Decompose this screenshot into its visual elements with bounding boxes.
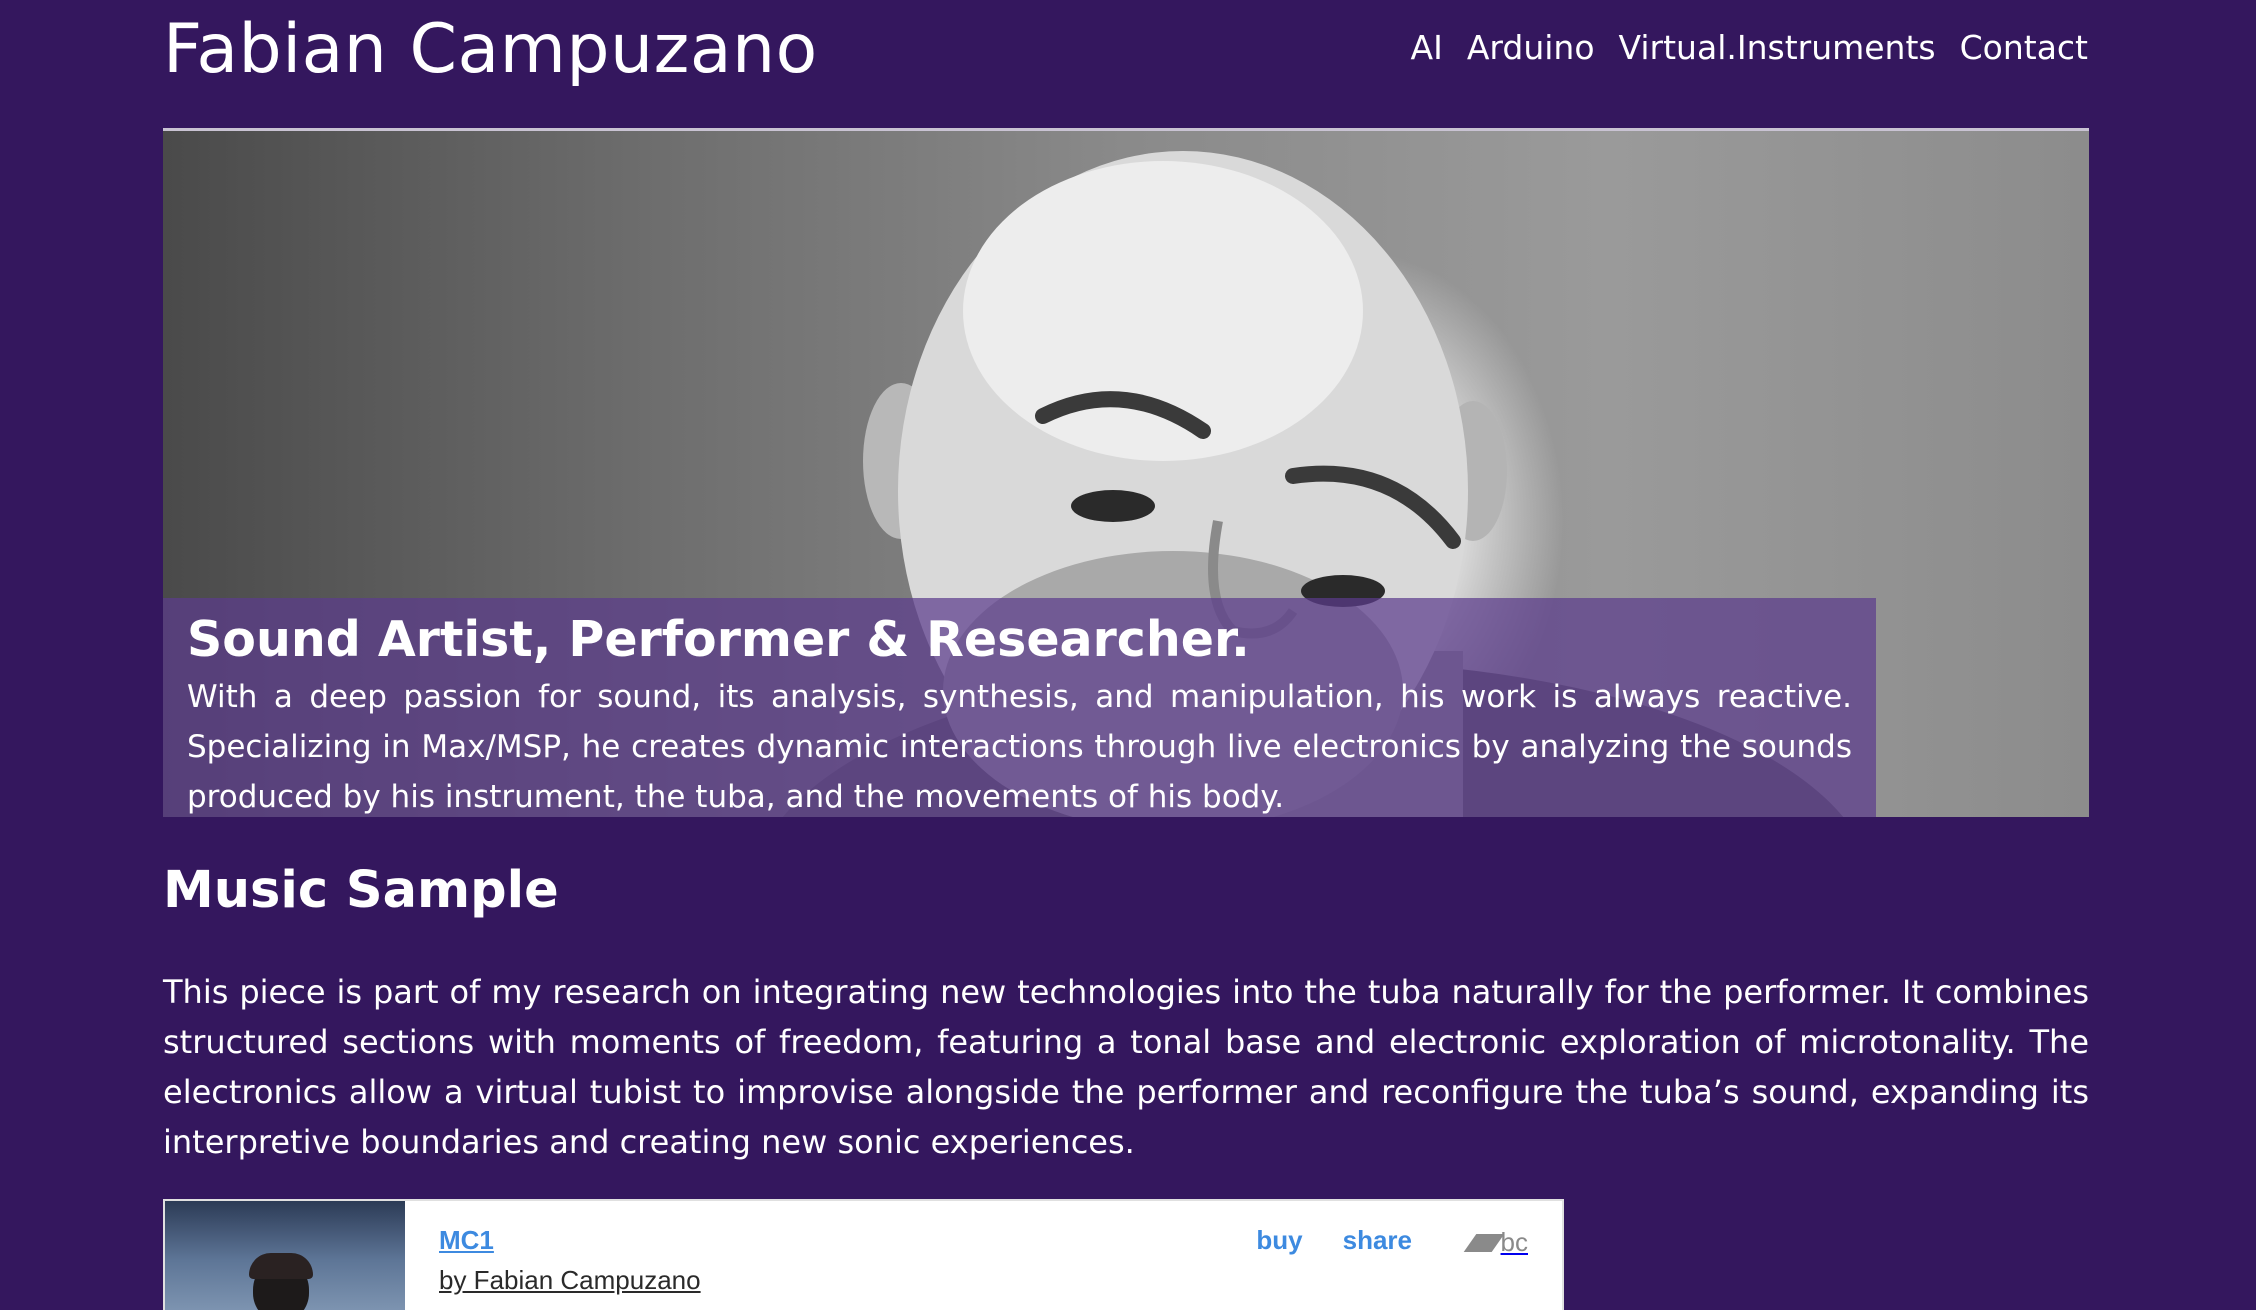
bandcamp-logo-icon[interactable]: bc: [1463, 1227, 1528, 1258]
hero-banner: Sound Artist, Performer & Researcher. Wi…: [163, 131, 2089, 817]
hero-description: With a deep passion for sound, its analy…: [187, 679, 1852, 815]
nav-link-contact[interactable]: Contact: [1960, 24, 2088, 72]
bandcamp-logo-mark: [1463, 1233, 1504, 1252]
site-title[interactable]: Fabian Campuzano: [163, 6, 818, 94]
nav-link-arduino[interactable]: Arduino: [1467, 24, 1595, 72]
nav-link-virtual-instruments[interactable]: Virtual.Instruments: [1619, 24, 1936, 72]
album-art-cap: [249, 1253, 313, 1279]
main-nav: AI Arduino Virtual.Instruments Contact: [1411, 24, 2088, 72]
track-title-link[interactable]: MC1: [439, 1225, 494, 1256]
bandcamp-logo-text: bc: [1500, 1227, 1528, 1257]
player-actions: buy share: [1256, 1225, 1412, 1256]
track-artist-link[interactable]: by Fabian Campuzano: [439, 1265, 701, 1296]
nav-link-ai[interactable]: AI: [1411, 24, 1443, 72]
bandcamp-player: MC1 by Fabian Campuzano buy share bc: [163, 1199, 1564, 1310]
album-art[interactable]: [165, 1201, 405, 1310]
music-sample-heading: Music Sample: [163, 861, 559, 920]
hero-caption-box: Sound Artist, Performer & Researcher. Wi…: [163, 598, 1876, 817]
page: Fabian Campuzano AI Arduino Virtual.Inst…: [0, 0, 2256, 1310]
share-button[interactable]: share: [1343, 1225, 1412, 1256]
buy-button[interactable]: buy: [1256, 1225, 1302, 1256]
hero-heading: Sound Artist, Performer & Researcher.: [187, 611, 1250, 668]
music-sample-description: This piece is part of my research on int…: [163, 973, 2089, 1161]
